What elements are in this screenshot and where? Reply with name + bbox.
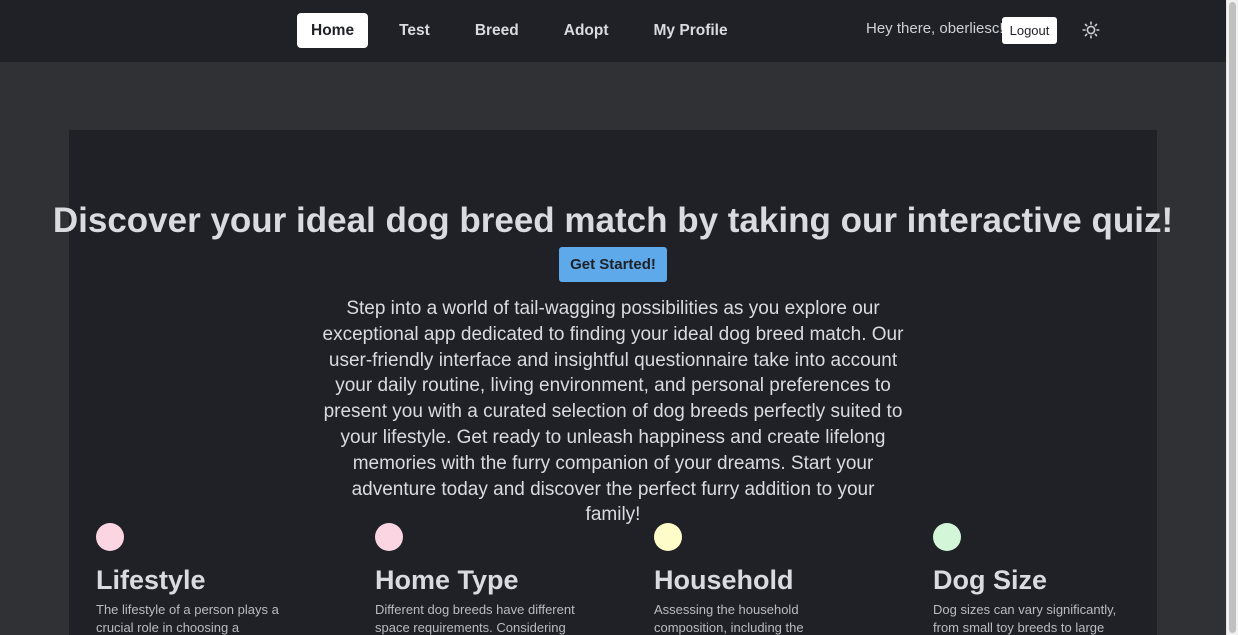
feature-title: Lifestyle [96, 565, 206, 595]
feature-text: The lifestyle of a person plays a crucia… [96, 602, 279, 635]
nav-test[interactable]: Test [385, 13, 444, 48]
feature-title: Home Type [375, 565, 519, 595]
nav-breed[interactable]: Breed [461, 13, 533, 48]
nav-adopt[interactable]: Adopt [550, 13, 623, 48]
nav-links: Home Test Breed Adopt My Profile [297, 13, 759, 48]
feature-title: Household [654, 565, 794, 595]
feature-dog-size: Dog Size Dog sizes can vary significantl… [933, 523, 1133, 635]
top-navbar: Home Test Breed Adopt My Profile Hey the… [0, 0, 1226, 62]
feature-text: Assessing the household composition, inc… [654, 602, 804, 635]
feature-lifestyle: Lifestyle The lifestyle of a person play… [96, 523, 296, 635]
logout-button[interactable]: Logout [1002, 17, 1057, 44]
feature-dot [933, 523, 961, 551]
feature-household: Household Assessing the household compos… [654, 523, 854, 635]
feature-title: Dog Size [933, 565, 1048, 595]
feature-text: Different dog breeds have different spac… [375, 602, 575, 635]
feature-dot [654, 523, 682, 551]
hero-title: Discover your ideal dog breed match by t… [52, 201, 1174, 240]
hero-intro: Step into a world of tail-wagging possib… [322, 298, 904, 526]
nav-my-profile[interactable]: My Profile [640, 13, 742, 48]
nav-home[interactable]: Home [297, 13, 369, 48]
feature-text: Dog sizes can vary significantly, from s… [933, 602, 1117, 635]
scrollbar-thumb[interactable] [1229, 2, 1236, 633]
user-greeting: Hey there, oberliesc! [866, 20, 1004, 37]
feature-dot [96, 523, 124, 551]
feature-home-type: Home Type Different dog breeds have diff… [375, 523, 575, 635]
get-started-button[interactable]: Get Started! [559, 247, 667, 282]
sun-icon[interactable] [1082, 21, 1100, 39]
feature-dot [375, 523, 403, 551]
